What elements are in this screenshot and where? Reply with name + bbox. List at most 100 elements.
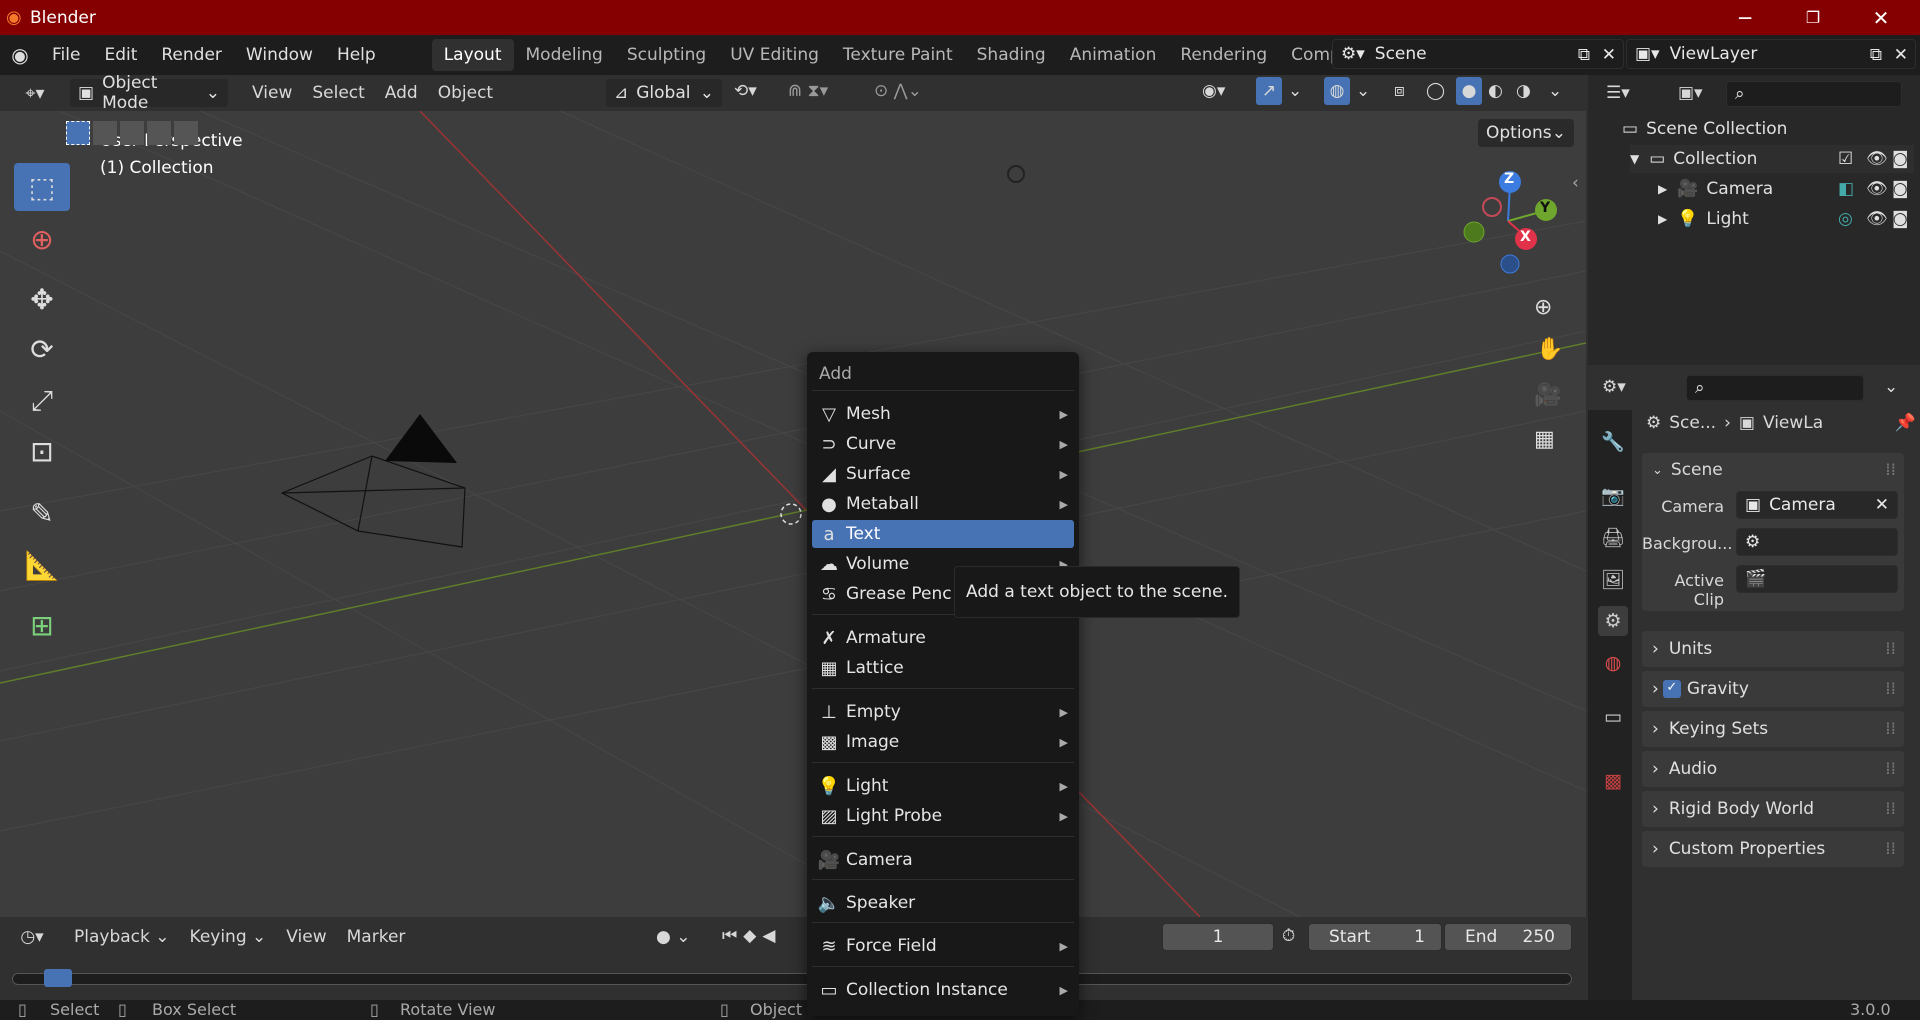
drag-handle-icon[interactable]: ⁞⁞ bbox=[1885, 839, 1896, 859]
custom-properties-panel[interactable]: › Custom Properties ⁞⁞ bbox=[1642, 831, 1904, 867]
add-menu-item-light[interactable]: 💡 Light ▶ bbox=[812, 772, 1074, 800]
background-field[interactable]: ⚙ bbox=[1736, 528, 1898, 556]
tab-shading[interactable]: Shading bbox=[965, 39, 1058, 71]
editor-type-icon[interactable]: ⌖▾ bbox=[0, 83, 70, 104]
timeline-scrubber[interactable] bbox=[12, 973, 1572, 985]
render-camera-icon[interactable]: ◙ bbox=[1892, 209, 1909, 229]
output-properties-icon[interactable]: 🖨 bbox=[1598, 522, 1628, 552]
add-menu-item-metaball[interactable]: ● Metaball ▶ bbox=[812, 490, 1074, 518]
proportional-edit-icon[interactable]: ⊙ ⋀⌄ bbox=[874, 81, 922, 101]
menu-timeline-view[interactable]: View bbox=[276, 927, 336, 947]
tab-rendering[interactable]: Rendering bbox=[1168, 39, 1279, 71]
camera-field[interactable]: ▣ Camera ✕ bbox=[1736, 491, 1898, 519]
add-menu-item-light-probe[interactable]: ▨ Light Probe ▶ bbox=[812, 802, 1074, 830]
rotate-tool-icon[interactable]: ⟳ bbox=[14, 325, 70, 373]
drag-handle-icon[interactable]: ⁞⁞ bbox=[1885, 799, 1896, 819]
mode-dropdown[interactable]: ▣ Object Mode ⌄ bbox=[70, 73, 228, 113]
render-camera-icon[interactable]: ◙ bbox=[1892, 179, 1909, 199]
eye-icon[interactable]: 👁 bbox=[1866, 209, 1888, 229]
tab-texture-paint[interactable]: Texture Paint bbox=[831, 39, 965, 71]
camera-view-icon[interactable]: 🎥 bbox=[1534, 383, 1561, 408]
tab-layout[interactable]: Layout bbox=[431, 39, 514, 71]
eye-icon[interactable]: 👁 bbox=[1866, 179, 1888, 199]
chevron-down-icon[interactable]: ⌄ bbox=[1548, 81, 1562, 101]
scale-tool-icon[interactable]: ⤢ bbox=[14, 377, 70, 425]
display-mode-icon[interactable]: ▣▾ bbox=[1678, 83, 1703, 103]
options-dropdown[interactable]: Options ⌄ bbox=[1478, 119, 1574, 147]
pivot-point-icon[interactable]: ⟲▾ bbox=[734, 81, 757, 101]
menu-marker[interactable]: Marker bbox=[337, 927, 416, 947]
collection-row[interactable]: ▼ ▭ Collection ☑ 👁 ◙ bbox=[1630, 145, 1914, 173]
cursor-tool-icon[interactable]: ⊕ bbox=[14, 215, 70, 263]
add-menu-item-mesh[interactable]: ▽ Mesh ▶ bbox=[812, 400, 1074, 428]
pin-icon[interactable]: 📌 bbox=[1895, 413, 1916, 433]
delete-view-layer-icon[interactable]: ✕ bbox=[1894, 45, 1908, 65]
expand-arrow-icon[interactable]: ▼ bbox=[1630, 152, 1639, 166]
3d-viewport[interactable]: User Perspective (1) Collection Options … bbox=[0, 111, 1586, 917]
drag-handle-icon[interactable]: ⁞⁞ bbox=[1885, 460, 1896, 480]
add-menu-item-surface[interactable]: ◢ Surface ▶ bbox=[812, 460, 1074, 488]
menu-add[interactable]: Add bbox=[375, 83, 428, 103]
add-menu-item-collection-instance[interactable]: ▭ Collection Instance ▶ bbox=[812, 976, 1074, 1004]
tab-animation[interactable]: Animation bbox=[1058, 39, 1169, 71]
drag-handle-icon[interactable]: ⁞⁞ bbox=[1885, 759, 1896, 779]
menu-edit[interactable]: Edit bbox=[92, 45, 149, 65]
close-icon[interactable]: ✕ bbox=[1852, 0, 1910, 35]
perspective-toggle-icon[interactable]: ▦ bbox=[1534, 427, 1555, 452]
view-layer-selector[interactable]: ▣▾ ViewLayer ⧉ ✕ bbox=[1626, 39, 1916, 69]
record-icon[interactable]: ● ⌄ bbox=[656, 927, 690, 947]
solid-shading-icon[interactable]: ● bbox=[1456, 77, 1482, 105]
view-layer-properties-icon[interactable]: 🖼 bbox=[1598, 564, 1628, 594]
chevron-down-icon[interactable]: ⌄ bbox=[1288, 81, 1302, 101]
menu-object[interactable]: Object bbox=[428, 83, 503, 103]
scene-panel-header[interactable]: ⌄ Scene ⁞⁞ bbox=[1642, 453, 1904, 487]
select-intersect-icon[interactable] bbox=[174, 121, 198, 145]
drag-handle-icon[interactable]: ⁞⁞ bbox=[1885, 639, 1896, 659]
add-menu-item-armature[interactable]: ✗ Armature bbox=[812, 624, 1074, 652]
menu-file[interactable]: File bbox=[40, 45, 92, 65]
menu-select[interactable]: Select bbox=[302, 83, 374, 103]
collection-properties-icon[interactable]: ▭ bbox=[1598, 702, 1628, 732]
move-tool-icon[interactable]: ✥ bbox=[14, 275, 70, 323]
outliner-editor-icon[interactable]: ☰▾ bbox=[1606, 83, 1630, 103]
outliner-item-camera[interactable]: ▶ 🎥 Camera ◧ 👁 ◙ bbox=[1658, 175, 1914, 203]
snap-icon[interactable]: ⋒ ⧗▾ bbox=[788, 81, 828, 101]
navigation-gizmo[interactable]: Z Y X bbox=[1448, 165, 1560, 277]
chevron-down-icon[interactable]: ⌄ bbox=[1356, 81, 1370, 101]
properties-search-input[interactable]: ⌕ bbox=[1686, 375, 1864, 401]
scene-selector[interactable]: ⚙▾ Scene ⧉ ✕ bbox=[1332, 39, 1624, 69]
tab-modeling[interactable]: Modeling bbox=[514, 39, 615, 71]
keying-sets-panel[interactable]: › Keying Sets ⁞⁞ bbox=[1642, 711, 1904, 747]
add-menu-item-lattice[interactable]: ▦ Lattice bbox=[812, 654, 1074, 682]
add-menu-item-image[interactable]: ▩ Image ▶ bbox=[812, 728, 1074, 756]
select-subtract-icon[interactable] bbox=[120, 121, 144, 145]
end-frame-field[interactable]: End 250 bbox=[1444, 923, 1572, 951]
properties-editor-icon[interactable]: ⚙▾ bbox=[1602, 377, 1626, 397]
zoom-icon[interactable]: ⊕ bbox=[1534, 295, 1552, 320]
timeline-editor-icon[interactable]: ◷▾ bbox=[0, 927, 64, 947]
overlays-toggle-icon[interactable]: ◍ bbox=[1324, 77, 1350, 105]
select-new-icon[interactable] bbox=[66, 121, 90, 145]
current-frame-field[interactable]: 1 bbox=[1162, 923, 1274, 951]
xray-icon[interactable]: ⧈ bbox=[1394, 81, 1405, 101]
blender-menu-icon[interactable]: ◉ bbox=[0, 43, 40, 67]
transform-tool-icon[interactable]: ⊡ bbox=[14, 427, 70, 475]
clear-icon[interactable]: ✕ bbox=[1875, 495, 1889, 515]
active-clip-field[interactable]: 🎬 bbox=[1736, 565, 1898, 593]
add-menu-item-empty[interactable]: ⊥ Empty ▶ bbox=[812, 698, 1074, 726]
texture-properties-icon[interactable]: ▩ bbox=[1598, 766, 1628, 796]
add-menu-item-speaker[interactable]: 🔈 Speaker bbox=[812, 889, 1074, 917]
audio-panel[interactable]: › Audio ⁞⁞ bbox=[1642, 751, 1904, 787]
playback-controls-icon[interactable]: ⏮◆◀ bbox=[722, 926, 781, 946]
rigid-body-world-panel[interactable]: › Rigid Body World ⁞⁞ bbox=[1642, 791, 1904, 827]
transform-orientation-dropdown[interactable]: ⊿ Global ⌄ bbox=[606, 79, 722, 107]
scene-properties-icon[interactable]: ⚙ bbox=[1598, 606, 1628, 636]
eye-icon[interactable]: 👁 bbox=[1866, 149, 1888, 169]
menu-keying[interactable]: Keying ⌄ bbox=[180, 927, 277, 947]
menu-help[interactable]: Help bbox=[325, 45, 388, 65]
drag-handle-icon[interactable]: ⁞⁞ bbox=[1885, 719, 1896, 739]
render-properties-icon[interactable]: 📷 bbox=[1598, 480, 1628, 510]
delete-scene-icon[interactable]: ✕ bbox=[1602, 45, 1616, 65]
tab-uv-editing[interactable]: UV Editing bbox=[718, 39, 831, 71]
pan-hand-icon[interactable]: ✋ bbox=[1536, 337, 1563, 362]
